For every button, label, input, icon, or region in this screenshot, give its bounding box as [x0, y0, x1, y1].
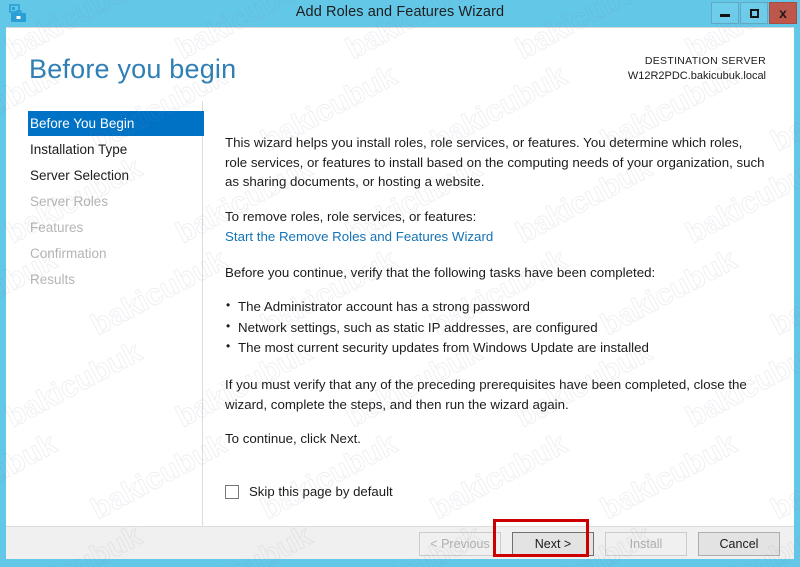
maximize-button[interactable]: [740, 2, 768, 24]
install-button: Install: [605, 532, 687, 556]
close-button[interactable]: x: [769, 2, 797, 24]
remove-roles-wizard-link[interactable]: Start the Remove Roles and Features Wiza…: [225, 229, 493, 244]
window-title: Add Roles and Features Wizard: [295, 4, 505, 20]
continue-note-text: To continue, click Next.: [225, 431, 361, 447]
prerequisite-task-list: The Administrator account has a strong p…: [225, 296, 766, 359]
skip-page-checkbox[interactable]: [225, 484, 239, 499]
sidebar-item-before-you-begin[interactable]: Before You Begin: [28, 111, 204, 136]
maximize-icon: [749, 8, 759, 18]
destination-server-value: W12R2PDC.bakicubuk.local: [627, 69, 766, 82]
wizard-window: Add Roles and Features Wizard x Before y…: [0, 0, 800, 567]
list-item: The Administrator account has a strong p…: [225, 296, 766, 318]
sidebar-item-confirmation: Confirmation: [30, 246, 107, 261]
next-button[interactable]: Next >: [512, 532, 594, 556]
sidebar-item-results: Results: [30, 272, 76, 287]
sidebar-item-features: Features: [30, 220, 84, 235]
minimize-icon: [720, 14, 730, 17]
remove-prompt-text: To remove roles, role services, or featu…: [225, 208, 477, 224]
sidebar-item-installation-type[interactable]: Installation Type: [6, 137, 202, 162]
sidebar-item-server-roles: Server Roles: [30, 194, 109, 209]
page-title: Before you begin: [29, 54, 237, 84]
sidebar-item-server-selection[interactable]: Server Selection: [6, 163, 202, 188]
prerequisite-note-text: If you must verify that any of the prece…: [225, 377, 747, 412]
wizard-footer: < Previous Next > Install Cancel: [6, 526, 794, 559]
page-header: Before you begin DESTINATION SERVER W12R…: [6, 28, 794, 101]
wizard-step-nav: Before You Begin Installation Type Serve…: [6, 101, 204, 526]
wizard-content: This wizard helps you install roles, rol…: [204, 101, 794, 526]
title-bar: Add Roles and Features Wizard x: [0, 0, 800, 27]
skip-page-checkbox-row[interactable]: Skip this page by default: [225, 484, 393, 499]
minimize-button[interactable]: [711, 2, 739, 24]
intro-paragraph: This wizard helps you install roles, rol…: [225, 135, 765, 190]
wizard-client-area: Before you begin DESTINATION SERVER W12R…: [6, 27, 794, 559]
verify-heading-text: Before you continue, verify that the fol…: [225, 264, 656, 280]
list-item: The most current security updates from W…: [225, 337, 766, 359]
skip-page-label: Skip this page by default: [249, 484, 393, 499]
list-item: Network settings, such as static IP addr…: [225, 317, 766, 339]
wizard-button-row: < Previous Next > Install Cancel: [419, 532, 780, 556]
window-controls: x: [711, 2, 797, 24]
cancel-button[interactable]: Cancel: [698, 532, 780, 556]
destination-server-label: DESTINATION SERVER: [644, 55, 766, 67]
destination-server-block: DESTINATION SERVER W12R2PDC.bakicubuk.lo…: [628, 54, 766, 85]
previous-button: < Previous: [419, 532, 501, 556]
wizard-body: Before You Begin Installation Type Serve…: [6, 101, 794, 526]
